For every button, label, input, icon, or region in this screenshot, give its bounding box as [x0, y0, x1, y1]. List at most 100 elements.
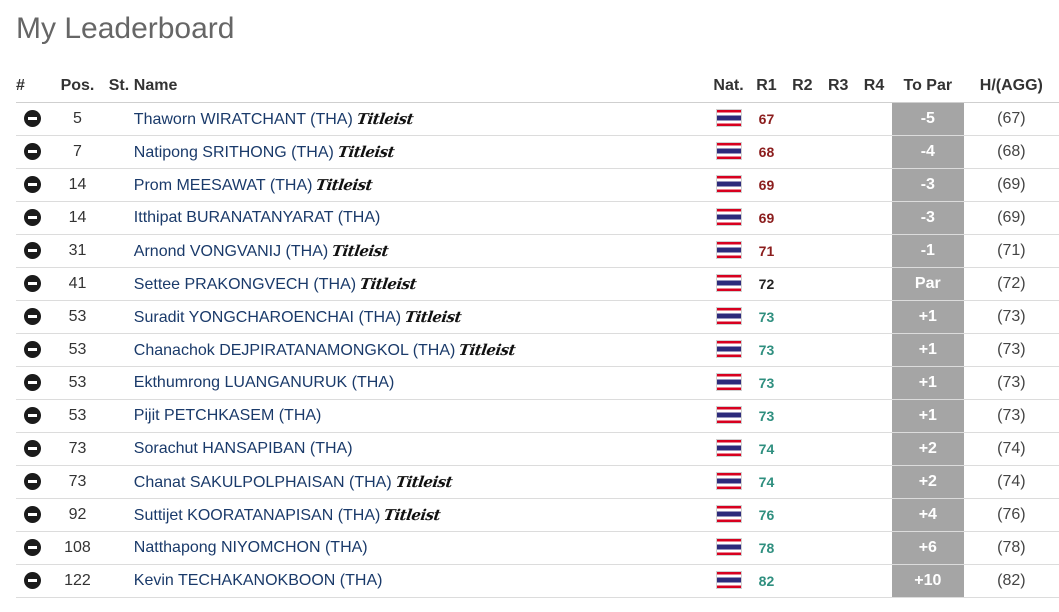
nationality — [708, 399, 749, 433]
round-4-score — [856, 300, 892, 334]
aggregate: (73) — [963, 300, 1059, 334]
remove-player-button[interactable] — [24, 242, 41, 259]
col-header-topar[interactable]: To Par — [891, 69, 964, 103]
to-par: +4 — [891, 498, 964, 532]
round-3-score — [820, 234, 857, 268]
table-row[interactable]: 14 Prom MEESAWAT (THA) Titleist 69 -3 (69… — [16, 168, 1059, 202]
status — [104, 399, 134, 433]
table-row[interactable]: 14 Itthipat BURANATANYARAT (THA) 69 -3 (… — [16, 201, 1059, 235]
player-name[interactable]: Itthipat BURANATANYARAT (THA) — [134, 209, 381, 226]
table-row[interactable]: 31 Arnond VONGVANIJ (THA) Titleist 71 -1 … — [16, 234, 1059, 268]
nationality — [708, 168, 749, 202]
round-4-score — [856, 366, 892, 400]
nationality — [708, 498, 749, 532]
table-row[interactable]: 5 Thaworn WIRATCHANT (THA) Titleist 67 -5… — [16, 102, 1059, 136]
remove-player-button[interactable] — [24, 440, 41, 457]
status — [104, 234, 134, 268]
titleist-logo: Titleist — [358, 274, 418, 293]
table-row[interactable]: 7 Natipong SRITHONG (THA) Titleist 68 -4 … — [16, 135, 1059, 169]
player-name-cell: Settee PRAKONGVECH (THA) Titleist — [133, 267, 709, 301]
round-4-score — [856, 333, 892, 367]
col-header-nat[interactable]: Nat. — [708, 69, 749, 103]
remove-player-button[interactable] — [24, 407, 41, 424]
player-name-cell: Suradit YONGCHAROENCHAI (THA) Titleist — [133, 300, 709, 334]
remove-player-button[interactable] — [24, 176, 41, 193]
status — [104, 465, 134, 499]
to-par: +1 — [891, 333, 964, 367]
position: 53 — [50, 300, 105, 334]
table-row[interactable]: 108 Natthapong NIYOMCHON (THA) 78 +6 (78… — [16, 531, 1059, 565]
position: 53 — [50, 366, 105, 400]
table-row[interactable]: 53 Ekthumrong LUANGANURUK (THA) 73 +1 (7… — [16, 366, 1059, 400]
player-name-cell: Suttijet KOORATANAPISAN (THA) Titleist — [133, 498, 709, 532]
player-name[interactable]: Settee PRAKONGVECH (THA) — [134, 276, 356, 293]
player-name[interactable]: Prom MEESAWAT (THA) — [134, 177, 313, 194]
aggregate: (69) — [963, 201, 1059, 235]
remove-player-button[interactable] — [24, 143, 41, 160]
player-name[interactable]: Arnond VONGVANIJ (THA) — [134, 243, 328, 260]
leaderboard-table: # Pos. St. Name Nat. R1 R2 R3 R4 To Par … — [16, 69, 1059, 598]
aggregate: (74) — [963, 432, 1059, 466]
player-name[interactable]: Chanat SAKULPOLPHAISAN (THA) — [134, 474, 392, 491]
table-row[interactable]: 53 Suradit YONGCHAROENCHAI (THA) Titleist… — [16, 300, 1059, 334]
player-name[interactable]: Natthapong NIYOMCHON (THA) — [134, 539, 368, 556]
player-name-cell: Prom MEESAWAT (THA) Titleist — [133, 168, 709, 202]
round-1-score: 67 — [748, 102, 785, 136]
table-row[interactable]: 53 Pijit PETCHKASEM (THA) 73 +1 (73) — [16, 399, 1059, 433]
col-header-r4[interactable]: R4 — [856, 69, 892, 103]
col-header-pos[interactable]: Pos. — [50, 69, 105, 103]
col-header-agg[interactable]: H/(AGG) — [963, 69, 1059, 103]
nationality — [708, 531, 749, 565]
status — [104, 267, 134, 301]
table-row[interactable]: 92 Suttijet KOORATANAPISAN (THA) Titleist… — [16, 498, 1059, 532]
titleist-logo: Titleist — [383, 505, 442, 524]
player-name[interactable]: Sorachut HANSAPIBAN (THA) — [134, 440, 353, 457]
round-1-score: 71 — [748, 234, 785, 268]
remove-cell — [16, 564, 51, 598]
remove-player-button[interactable] — [24, 473, 41, 490]
round-3-score — [820, 102, 857, 136]
round-2-score — [784, 399, 821, 433]
player-name[interactable]: Thaworn WIRATCHANT (THA) — [134, 111, 353, 128]
player-name[interactable]: Natipong SRITHONG (THA) — [134, 144, 334, 161]
remove-player-button[interactable] — [24, 341, 41, 358]
position: 108 — [50, 531, 105, 565]
round-4-score — [856, 531, 892, 565]
remove-player-button[interactable] — [24, 275, 41, 292]
table-row[interactable]: 73 Chanat SAKULPOLPHAISAN (THA) Titleist … — [16, 465, 1059, 499]
player-name[interactable]: Suradit YONGCHAROENCHAI (THA) — [134, 309, 401, 326]
player-name[interactable]: Suttijet KOORATANAPISAN (THA) — [134, 507, 381, 524]
remove-cell — [16, 102, 51, 136]
col-header-st[interactable]: St. — [104, 69, 134, 103]
player-name[interactable]: Chanachok DEJPIRATANAMONGKOL (THA) — [134, 342, 456, 359]
remove-player-button[interactable] — [24, 539, 41, 556]
player-name[interactable]: Ekthumrong LUANGANURUK (THA) — [134, 374, 395, 391]
titleist-logo: Titleist — [394, 472, 454, 491]
remove-player-button[interactable] — [24, 110, 41, 127]
remove-player-button[interactable] — [24, 209, 41, 226]
nationality — [708, 564, 749, 598]
remove-player-button[interactable] — [24, 308, 41, 325]
position: 73 — [50, 432, 105, 466]
table-row[interactable]: 73 Sorachut HANSAPIBAN (THA) 74 +2 (74) — [16, 432, 1059, 466]
col-header-name[interactable]: Name — [133, 69, 709, 103]
player-name[interactable]: Kevin TECHAKANOKBOON (THA) — [134, 572, 383, 589]
col-header-r1[interactable]: R1 — [748, 69, 785, 103]
table-row[interactable]: 41 Settee PRAKONGVECH (THA) Titleist 72 P… — [16, 267, 1059, 301]
remove-cell — [16, 135, 51, 169]
table-row[interactable]: 53 Chanachok DEJPIRATANAMONGKOL (THA) Tit… — [16, 333, 1059, 367]
table-row[interactable]: 122 Kevin TECHAKANOKBOON (THA) 82 +10 (8… — [16, 564, 1059, 598]
remove-player-button[interactable] — [24, 374, 41, 391]
player-name[interactable]: Pijit PETCHKASEM (THA) — [134, 407, 322, 424]
thailand-flag-icon — [716, 472, 741, 489]
nationality — [708, 201, 749, 235]
remove-player-button[interactable] — [24, 506, 41, 523]
remove-player-button[interactable] — [24, 572, 41, 589]
round-1-score: 72 — [748, 267, 785, 301]
round-1-score: 69 — [748, 168, 785, 202]
col-header-r2[interactable]: R2 — [784, 69, 821, 103]
player-name-cell: Kevin TECHAKANOKBOON (THA) — [133, 564, 709, 598]
aggregate: (72) — [963, 267, 1059, 301]
status — [104, 135, 134, 169]
col-header-r3[interactable]: R3 — [820, 69, 857, 103]
